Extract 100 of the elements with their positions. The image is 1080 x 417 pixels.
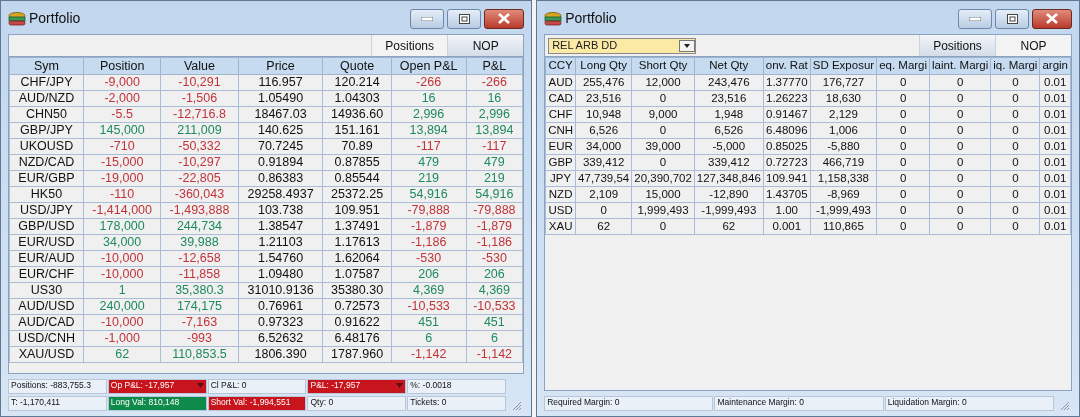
status-text: Op P&L: -17,957 bbox=[110, 380, 175, 391]
close-button[interactable] bbox=[1032, 8, 1072, 29]
table-cell: -1,493,888 bbox=[160, 202, 239, 219]
column-header[interactable]: onv. Rat bbox=[763, 57, 811, 75]
table-cell: 70.89 bbox=[323, 138, 392, 155]
table-cell: -5,000 bbox=[694, 138, 764, 155]
window-title: Portfolio bbox=[29, 9, 81, 28]
table-cell: 451 bbox=[466, 314, 523, 331]
table-cell: 110,865 bbox=[810, 218, 877, 235]
table-cell: 0.01 bbox=[1039, 186, 1071, 203]
table-cell: 0 bbox=[876, 154, 930, 171]
table-cell: -79,888 bbox=[466, 202, 523, 219]
table-cell: 0.01 bbox=[1039, 154, 1071, 171]
table-cell: GBP/USD bbox=[9, 218, 84, 235]
column-header[interactable]: Net Qty bbox=[694, 57, 764, 75]
column-header[interactable]: Position bbox=[83, 57, 161, 75]
minimize-button[interactable] bbox=[410, 8, 445, 29]
table-cell: -12,716.8 bbox=[160, 106, 239, 123]
table-cell: 0.72573 bbox=[323, 298, 392, 315]
table-cell: 240,000 bbox=[83, 298, 161, 315]
table-cell: -10,000 bbox=[83, 266, 161, 283]
table-cell: -1,186 bbox=[466, 234, 523, 251]
column-header[interactable]: Value bbox=[160, 57, 239, 75]
table-cell: 0 bbox=[631, 122, 695, 139]
column-header[interactable]: Sym bbox=[9, 57, 84, 75]
caret-icon bbox=[679, 39, 696, 52]
table-cell: -9,000 bbox=[83, 74, 161, 91]
table-cell: JPY bbox=[545, 170, 576, 187]
table-cell: EUR bbox=[545, 138, 576, 155]
table-cell: AUD bbox=[545, 74, 576, 91]
table-cell: 4,369 bbox=[466, 282, 523, 299]
column-header[interactable]: eq. Margi bbox=[876, 57, 930, 75]
tab[interactable]: Positions bbox=[919, 35, 995, 56]
table-cell: -710 bbox=[83, 138, 161, 155]
table-cell: 39,988 bbox=[160, 234, 239, 251]
resize-grip-icon[interactable] bbox=[512, 401, 523, 411]
column-header[interactable]: P&L bbox=[466, 57, 523, 75]
column-header[interactable]: CCY bbox=[545, 57, 576, 75]
column-header[interactable]: Long Qty bbox=[575, 57, 632, 75]
table-cell: -7,163 bbox=[160, 314, 239, 331]
status-text: Tickets: 0 bbox=[410, 397, 447, 408]
close-button[interactable] bbox=[484, 8, 525, 29]
table-cell: GBP/JPY bbox=[9, 122, 84, 139]
table-cell: 0 bbox=[631, 154, 695, 171]
minimize-button[interactable] bbox=[958, 8, 992, 29]
table-cell: 0.01 bbox=[1039, 218, 1071, 235]
table-cell: -1,999,493 bbox=[810, 202, 877, 219]
table-cell: 10,948 bbox=[575, 106, 632, 123]
table-cell: -1,000 bbox=[83, 330, 161, 347]
table-cell: 23,516 bbox=[575, 90, 632, 107]
table-cell: 0 bbox=[876, 122, 930, 139]
table-cell: EUR/USD bbox=[9, 234, 84, 251]
table-cell: -15,000 bbox=[83, 154, 161, 171]
table-cell: GBP bbox=[545, 154, 576, 171]
caret-icon[interactable] bbox=[396, 383, 404, 388]
caret-icon[interactable] bbox=[196, 383, 204, 388]
table-cell: 0 bbox=[876, 90, 930, 107]
column-header[interactable]: Short Qty bbox=[631, 57, 695, 75]
table-cell: -10,291 bbox=[160, 74, 239, 91]
table-cell: 54,916 bbox=[466, 186, 523, 203]
table-cell: 1,158,338 bbox=[810, 170, 877, 187]
table-cell: 0.01 bbox=[1039, 170, 1071, 187]
table-cell: 0 bbox=[929, 218, 991, 235]
filter-dropdown[interactable]: REL ARB DD bbox=[548, 37, 697, 54]
maximize-icon bbox=[1006, 13, 1018, 24]
column-header[interactable]: laint. Margi bbox=[929, 57, 991, 75]
table-cell: 35380.30 bbox=[323, 282, 392, 299]
table-cell: 1.37770 bbox=[763, 74, 811, 91]
status-text: %: -0.0018 bbox=[410, 380, 452, 391]
table-cell: 1.43705 bbox=[763, 186, 811, 203]
table-cell: 0 bbox=[990, 122, 1040, 139]
table-cell: 0 bbox=[876, 186, 930, 203]
table-cell: 1.05490 bbox=[238, 90, 323, 107]
table-cell: -79,888 bbox=[391, 202, 467, 219]
table-cell: 140.625 bbox=[238, 122, 323, 139]
table-cell: 120.214 bbox=[323, 74, 392, 91]
table-cell: 109.941 bbox=[763, 170, 811, 187]
status-text: Positions: -883,755.3 bbox=[11, 380, 91, 391]
table-cell: 0 bbox=[990, 138, 1040, 155]
minimize-icon bbox=[969, 16, 981, 21]
close-icon bbox=[1046, 13, 1058, 24]
column-header[interactable]: iq. Margi bbox=[990, 57, 1040, 75]
resize-grip-icon[interactable] bbox=[1060, 401, 1070, 411]
table-cell: 0.91894 bbox=[238, 154, 323, 171]
window-title: Portfolio bbox=[565, 9, 617, 28]
table-cell: 6 bbox=[391, 330, 467, 347]
column-header[interactable]: Price bbox=[238, 57, 323, 75]
table-cell: -10,533 bbox=[466, 298, 523, 315]
column-header[interactable]: argin bbox=[1039, 57, 1071, 75]
table-cell: 15,000 bbox=[631, 186, 695, 203]
column-header[interactable]: Open P&L bbox=[391, 57, 467, 75]
tab[interactable]: NOP bbox=[447, 35, 524, 56]
maximize-button[interactable] bbox=[447, 8, 482, 29]
maximize-button[interactable] bbox=[995, 8, 1029, 29]
table-cell: 339,412 bbox=[694, 154, 764, 171]
table-cell: 1,999,493 bbox=[631, 202, 695, 219]
column-header[interactable]: Quote bbox=[323, 57, 392, 75]
column-header[interactable]: SD Exposur bbox=[810, 57, 877, 75]
table-cell: 243,476 bbox=[694, 74, 764, 91]
table-cell: 0 bbox=[876, 138, 930, 155]
